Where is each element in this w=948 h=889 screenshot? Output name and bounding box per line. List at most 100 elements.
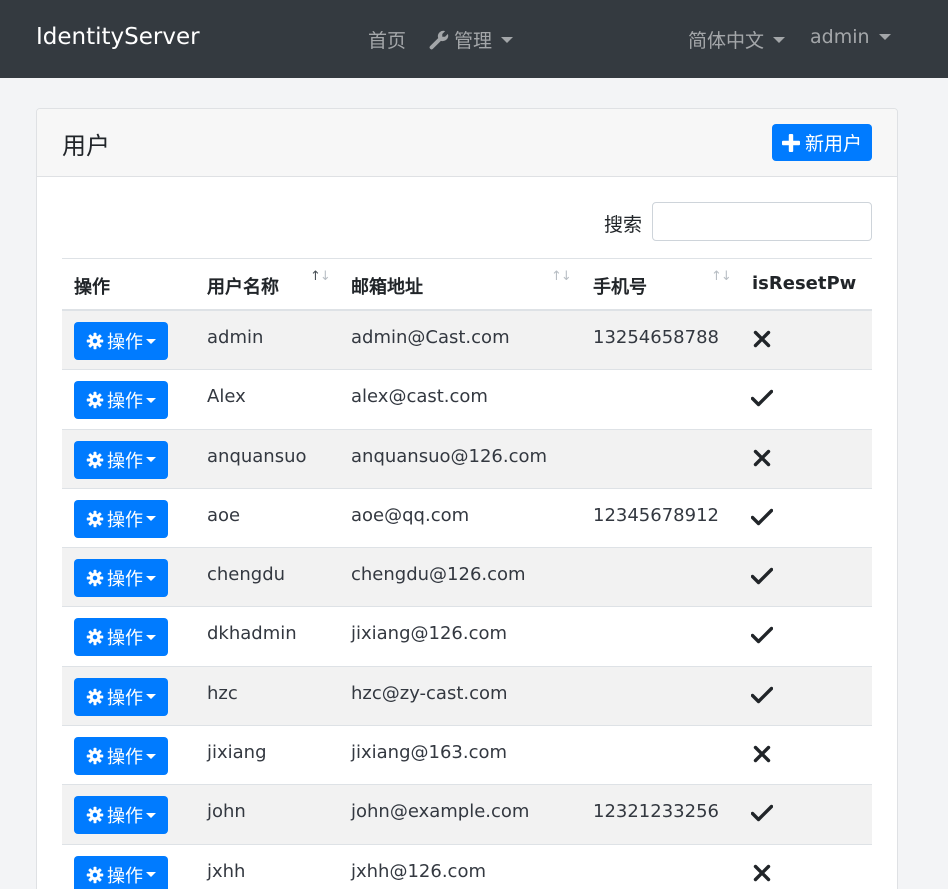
cell-phone: 13254658788 xyxy=(593,327,719,348)
user-label: admin xyxy=(810,26,870,48)
times-icon xyxy=(753,330,771,348)
column-header-actions: 操作 xyxy=(74,277,110,298)
check-icon xyxy=(751,567,773,585)
times-icon xyxy=(753,864,771,881)
column-header-email[interactable]: 邮箱地址 xyxy=(351,273,423,299)
check-icon xyxy=(751,390,773,407)
table-row: 操作 aoe aoe@qq.com 12345678912 xyxy=(62,489,872,549)
row-action-button[interactable]: 操作 xyxy=(74,796,168,835)
cell-username: aoe xyxy=(207,504,241,526)
cell-username: jxhh xyxy=(207,860,246,882)
check-icon xyxy=(751,627,773,644)
cell-email: john@example.com xyxy=(351,801,530,823)
caret-down-icon xyxy=(146,872,156,878)
sort-icon[interactable]: ↑↓ xyxy=(551,269,572,284)
sort-icon[interactable]: ↑↓ xyxy=(711,269,732,284)
cell-email: admin@Cast.com xyxy=(351,327,510,348)
table-body: 操作 admin admin@Cast.com 13254658788 操作 Alex al… xyxy=(62,311,872,889)
nav-manage-dropdown[interactable]: 管理 xyxy=(428,26,514,53)
caret-down-icon xyxy=(501,36,514,43)
wrench-icon xyxy=(429,30,449,49)
table-row: 操作 admin admin@Cast.com 13254658788 xyxy=(62,311,872,371)
row-action-button[interactable]: 操作 xyxy=(74,499,168,538)
cell-email: hzc@zy-cast.com xyxy=(351,682,508,704)
new-user-button[interactable]: 新用户 xyxy=(772,124,872,161)
cell-username: anquansuo xyxy=(207,445,307,467)
cell-email: anquansuo@126.com xyxy=(351,445,548,467)
check-icon xyxy=(751,508,773,526)
caret-down-icon xyxy=(146,575,156,581)
cell-username: hzc xyxy=(207,682,238,704)
table-row: 操作 Alex alex@cast.com xyxy=(62,370,872,430)
caret-down-icon xyxy=(146,694,156,700)
cell-username: admin xyxy=(207,327,264,348)
caret-down-icon xyxy=(146,457,156,463)
row-action-label: 操作 xyxy=(107,509,143,531)
plus-icon xyxy=(781,133,800,152)
row-action-label: 操作 xyxy=(107,747,143,769)
row-action-label: 操作 xyxy=(107,450,143,472)
row-action-label: 操作 xyxy=(107,865,143,887)
row-action-button[interactable]: 操作 xyxy=(74,855,168,889)
new-user-label: 新用户 xyxy=(804,133,862,155)
brand-logo[interactable]: IdentityServer xyxy=(36,24,200,50)
row-action-button[interactable]: 操作 xyxy=(74,737,168,776)
sort-icon[interactable]: ↑↓ xyxy=(310,269,331,284)
gear-icon xyxy=(86,688,104,706)
gear-icon xyxy=(86,807,104,824)
language-dropdown[interactable]: 简体中文 xyxy=(688,26,786,53)
nav-home-label: 首页 xyxy=(368,30,407,52)
gear-icon xyxy=(86,392,104,409)
row-action-button[interactable]: 操作 xyxy=(74,440,168,479)
table-row: 操作 dkhadmin jixiang@126.com xyxy=(62,607,872,667)
times-icon xyxy=(753,449,771,466)
nav-manage-label: 管理 xyxy=(454,30,493,52)
nav-home-link[interactable]: 首页 xyxy=(368,26,406,53)
row-action-label: 操作 xyxy=(107,806,143,828)
row-action-label: 操作 xyxy=(107,332,143,353)
cell-email: jixiang@163.com xyxy=(351,742,508,764)
table-row: 操作 jixiang jixiang@163.com xyxy=(62,726,872,786)
caret-down-icon xyxy=(146,634,156,640)
gear-icon xyxy=(86,569,104,587)
column-header-reset: isResetPw xyxy=(752,273,857,294)
table-row: 操作 hzc hzc@zy-cast.com xyxy=(62,666,872,727)
cell-username: Alex xyxy=(207,386,246,408)
check-icon xyxy=(751,805,773,822)
cell-email: jixiang@126.com xyxy=(351,623,508,645)
cell-username: chengdu xyxy=(207,564,286,586)
users-table: 操作 用户名称 ↑↓ 邮箱地址 ↑↓ 手机号 ↑↓ isResetPw 操作 ad… xyxy=(62,258,872,889)
column-header-phone[interactable]: 手机号 xyxy=(593,273,647,299)
row-action-button[interactable]: 操作 xyxy=(74,381,168,420)
row-action-label: 操作 xyxy=(107,569,143,591)
caret-down-icon xyxy=(146,753,156,759)
gear-icon xyxy=(86,747,104,765)
user-dropdown[interactable]: admin xyxy=(810,26,891,48)
row-action-button[interactable]: 操作 xyxy=(74,618,168,657)
row-action-label: 操作 xyxy=(107,391,143,413)
column-header-username[interactable]: 用户名称 xyxy=(207,273,279,299)
table-row: 操作 jxhh jxhh@126.com xyxy=(62,845,872,889)
caret-down-icon xyxy=(146,338,156,344)
search-label: 搜索 xyxy=(604,214,643,236)
table-header: 操作 用户名称 ↑↓ 邮箱地址 ↑↓ 手机号 ↑↓ isResetPw xyxy=(62,258,872,311)
cell-username: dkhadmin xyxy=(207,623,297,645)
row-action-button[interactable]: 操作 xyxy=(74,677,168,716)
top-navbar: IdentityServer 首页 管理 简体中文 admin xyxy=(0,0,948,78)
cell-username: jixiang xyxy=(207,742,267,764)
row-action-button[interactable]: 操作 xyxy=(74,322,168,360)
times-icon xyxy=(753,745,771,763)
check-icon xyxy=(751,686,773,703)
cell-email: alex@cast.com xyxy=(351,386,488,408)
caret-down-icon xyxy=(146,516,156,522)
language-label: 简体中文 xyxy=(688,30,765,52)
row-action-button[interactable]: 操作 xyxy=(74,559,168,598)
gear-icon xyxy=(86,629,104,646)
table-row: 操作 john john@example.com 12321233256 xyxy=(62,785,872,845)
search-input[interactable] xyxy=(652,202,872,241)
caret-down-icon xyxy=(146,812,156,818)
cell-phone: 12345678912 xyxy=(593,504,719,526)
caret-down-icon xyxy=(773,36,786,43)
table-row: 操作 anquansuo anquansuo@126.com xyxy=(62,429,872,489)
cell-phone: 12321233256 xyxy=(593,801,719,823)
